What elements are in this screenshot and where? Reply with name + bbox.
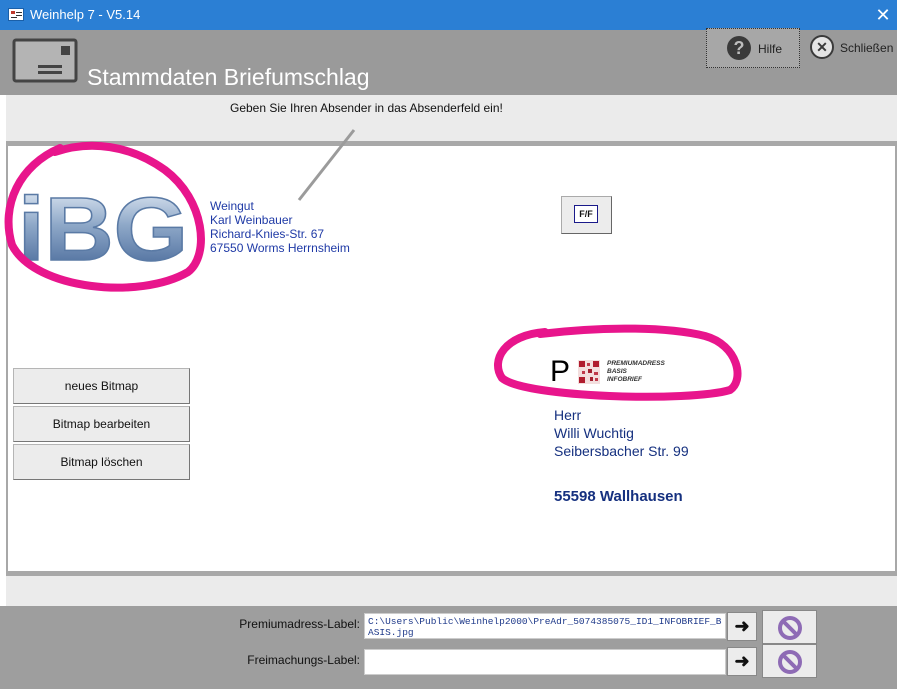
hint-bar: Geben Sie Ihren Absender in das Absender…: [6, 95, 897, 141]
franking-browse-arrow-icon[interactable]: ➜: [727, 647, 757, 676]
matrix-code-icon: [578, 360, 600, 384]
window-title: Weinhelp 7 - V5.14: [30, 7, 141, 22]
premium-letter: P: [550, 355, 571, 388]
sender-line: Karl Weinbauer: [210, 213, 293, 227]
window-titlebar: Weinhelp 7 - V5.14 ✕: [0, 0, 897, 30]
premium-line: BASIS: [607, 368, 627, 375]
prohibited-icon: [778, 650, 802, 674]
prohibited-icon: [778, 616, 802, 640]
sender-line: Weingut: [210, 199, 254, 213]
new-bitmap-button[interactable]: neues Bitmap: [13, 368, 190, 404]
franking-label-caption: Freimachungs-Label:: [247, 653, 360, 667]
recipient-street: Seibersbacher Str. 99: [554, 443, 689, 459]
edit-bitmap-button[interactable]: Bitmap bearbeiten: [13, 406, 190, 442]
premium-label-image: P PREMIUMADRESS BASIS INFOBRIEF: [550, 357, 680, 387]
premium-label-path-field[interactable]: C:\Users\Public\Weinhelp2000\PreAdr_5074…: [364, 613, 726, 639]
premium-clear-button[interactable]: [762, 610, 817, 644]
premium-label-text: PREMIUMADRESS BASIS INFOBRIEF: [607, 360, 665, 384]
help-icon: ?: [727, 36, 751, 60]
close-circle-icon: ✕: [810, 35, 834, 59]
franking-clear-button[interactable]: [762, 644, 817, 678]
premium-line: PREMIUMADRESS: [607, 360, 665, 367]
recipient-salutation: Herr: [554, 407, 582, 423]
franking-icon: F/F: [574, 205, 598, 223]
franking-label-path-field[interactable]: [364, 649, 726, 675]
logo-text: iBG: [18, 190, 188, 270]
delete-bitmap-button[interactable]: Bitmap löschen: [13, 444, 190, 480]
help-button[interactable]: ? Hilfe: [706, 28, 800, 68]
spacer-bar: [6, 576, 897, 606]
sender-line: Richard-Knies-Str. 67: [210, 227, 325, 241]
recipient-name: Willi Wuchtig: [554, 425, 634, 441]
sender-line: 67550 Worms Herrnsheim: [210, 241, 350, 255]
franking-button[interactable]: F/F: [561, 196, 612, 234]
close-label: Schließen: [840, 41, 894, 55]
help-label: Hilfe: [758, 42, 783, 56]
sender-block[interactable]: Weingut Karl Weinbauer Richard-Knies-Str…: [210, 199, 350, 255]
window-close-icon[interactable]: ✕: [872, 4, 894, 26]
recipient-block[interactable]: Herr Willi Wuchtig Seibersbacher Str. 99…: [554, 406, 689, 506]
recipient-city: 55598 Wallhausen: [554, 488, 683, 505]
company-logo: iBG: [18, 190, 189, 270]
close-button[interactable]: ✕ Schließen: [806, 28, 897, 68]
app-icon: [8, 8, 24, 21]
hint-text: Geben Sie Ihren Absender in das Absender…: [230, 101, 503, 115]
page-title: Stammdaten Briefumschlag: [87, 64, 370, 90]
premium-line: INFOBRIEF: [607, 376, 643, 383]
premium-label-caption: Premiumadress-Label:: [239, 617, 360, 631]
envelope-icon: [12, 38, 78, 83]
premium-browse-arrow-icon[interactable]: ➜: [727, 612, 757, 641]
